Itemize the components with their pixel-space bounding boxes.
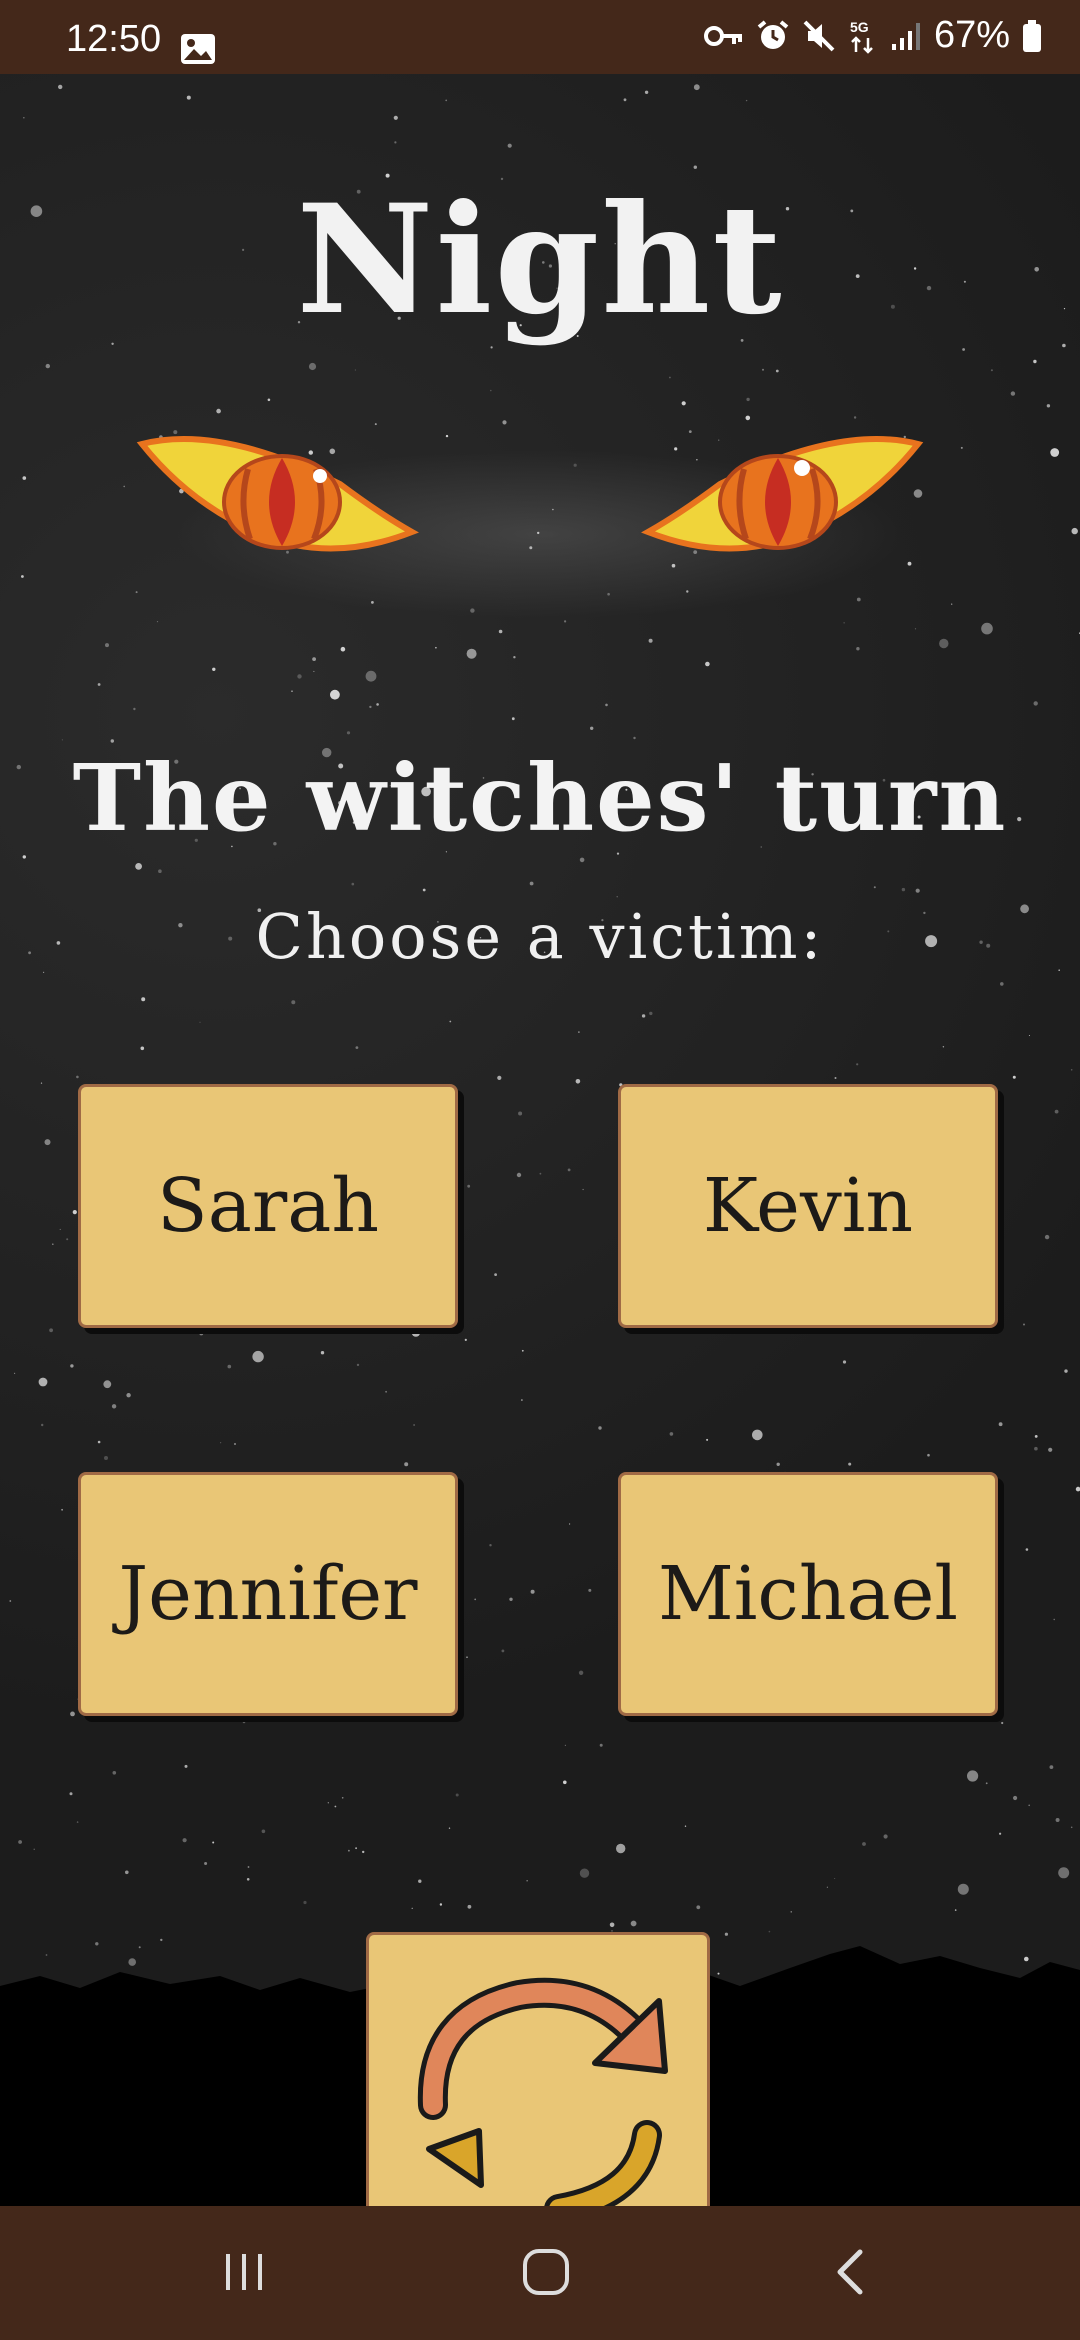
home-button[interactable]: [506, 2242, 586, 2302]
player-button-jennifer[interactable]: Jennifer: [78, 1472, 458, 1716]
battery-icon: [1022, 19, 1042, 53]
refresh-button[interactable]: [366, 1932, 710, 2212]
navigation-bar: [0, 2206, 1080, 2340]
gallery-icon: [180, 32, 216, 75]
key-icon: [703, 22, 744, 50]
player-button-sarah[interactable]: Sarah: [78, 1084, 458, 1328]
5g-icon: 5G: [848, 18, 878, 54]
back-icon: [837, 2249, 863, 2295]
home-icon: [523, 2249, 569, 2295]
choose-victim-prompt: Choose a victim:: [255, 900, 825, 973]
player-button-michael[interactable]: Michael: [618, 1472, 998, 1716]
status-bar: 12:50 5G 67%: [0, 0, 1080, 74]
battery-percent: 67%: [933, 14, 1010, 56]
svg-text:5G: 5G: [850, 19, 869, 35]
page-title: Night: [296, 172, 784, 348]
recent-apps-button[interactable]: [204, 2242, 284, 2302]
refresh-icon: [417, 1977, 668, 2212]
alarm-icon: [756, 19, 790, 53]
recent-apps-icon: [226, 2254, 262, 2290]
cat-eyes-illustration: [136, 436, 924, 552]
signal-icon: [890, 20, 922, 52]
turn-heading: The witches' turn: [72, 744, 1008, 852]
player-button-kevin[interactable]: Kevin: [618, 1084, 998, 1328]
mute-icon: [802, 19, 836, 53]
back-button[interactable]: [810, 2242, 890, 2302]
status-time: 12:50: [66, 18, 162, 60]
